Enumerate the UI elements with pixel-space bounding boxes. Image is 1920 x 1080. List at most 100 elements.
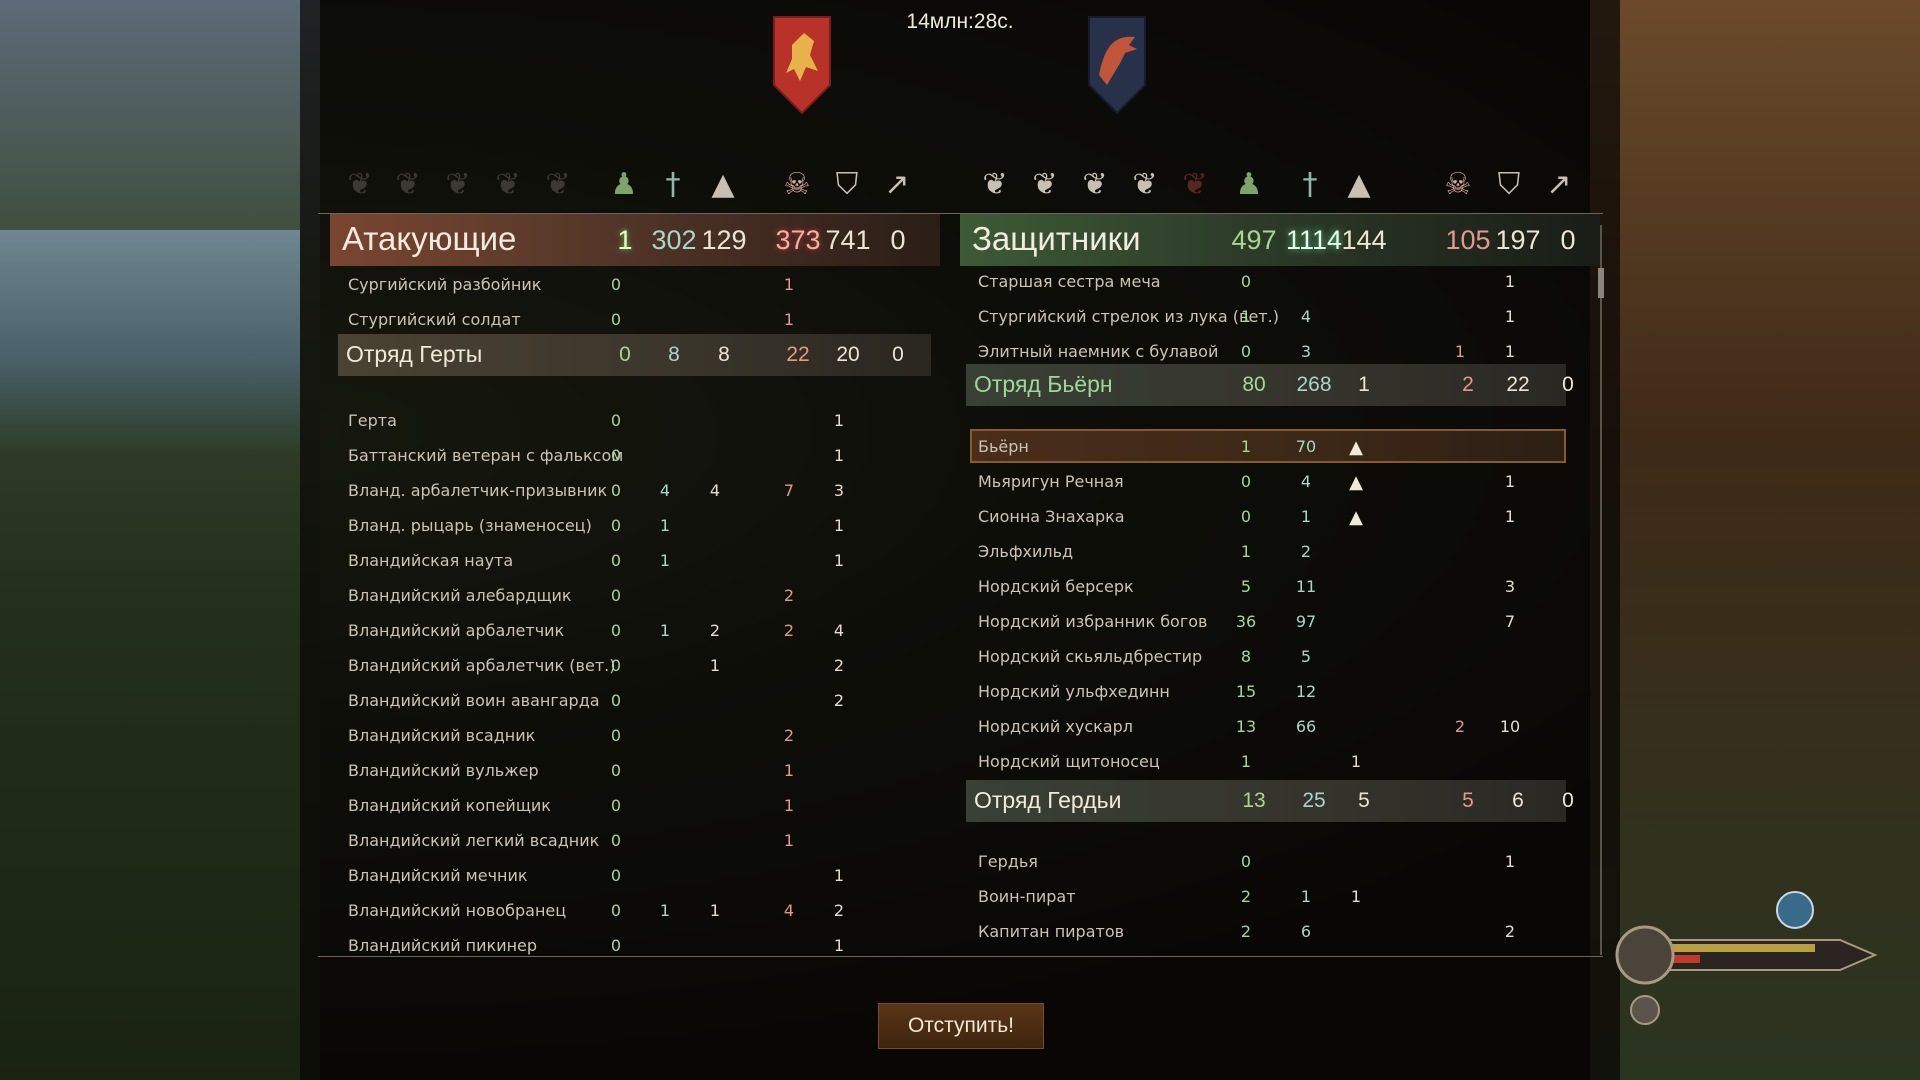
party-row-gerta[interactable]: Отряд Герты 0 8 8 22 20 0 <box>338 334 931 376</box>
unit-name: Вланд. рыцарь (знаменосец) <box>348 516 592 535</box>
stat-remaining: 13 <box>1242 789 1266 812</box>
unit-row[interactable]: Вландийский вульжер 0 1 <box>330 753 940 787</box>
unit-row[interactable]: Вландийский арбалетчик 0 1 2 2 4 <box>330 613 940 647</box>
unit-row[interactable]: Нордский скьяльдбрестир 8 5 <box>960 639 1600 673</box>
unit-stat: 0 <box>1240 272 1252 291</box>
unit-row[interactable]: Воин-пират 2 1 1 <box>960 879 1600 913</box>
unit-row[interactable]: Стургийский солдат 0 1 <box>330 302 940 336</box>
banner-icon: ❦ <box>1182 167 1208 202</box>
unit-name: Вланд. арбалетчик-призывник <box>348 481 608 500</box>
party-row-bjorn[interactable]: Отряд Бьёрн 80 268 1 2 22 0 <box>966 364 1574 406</box>
unit-row[interactable]: Баттанский ветеран с фальксом 0 1 <box>330 438 940 472</box>
banner-icon: ❦ <box>445 167 471 202</box>
unit-row[interactable]: Элитный наемник с булавой 0 3 1 1 <box>960 334 1600 368</box>
unit-stat: 1 <box>1240 307 1252 326</box>
attackers-panel: Атакующие 1 302 129 373 741 0 Сургийский… <box>330 214 940 955</box>
banner-icon: ❦ <box>982 167 1008 202</box>
unit-name: Сургийский разбойник <box>348 275 542 294</box>
unit-row[interactable]: Вланд. арбалетчик-призывник 0 4 4 7 3 <box>330 473 940 507</box>
unit-stat: 0 <box>610 796 622 815</box>
unit-stat: 1 <box>783 275 795 294</box>
unit-name: Нордский избранник богов <box>978 612 1208 631</box>
unit-name: Герта <box>348 411 397 430</box>
party-name: Отряд Герты <box>346 341 483 367</box>
party-row-gerdya[interactable]: Отряд Гердьи 13 25 5 5 6 0 <box>966 780 1574 822</box>
rankup-arrow-icon: ▲ <box>1347 167 1371 202</box>
stat-routed: 0 <box>1562 373 1574 396</box>
unit-stat: 1 <box>1504 272 1516 291</box>
unit-row[interactable]: Герта 0 1 <box>330 403 940 437</box>
unit-stat: 2 <box>833 901 845 920</box>
unit-row[interactable]: Нордский берсерк 5 11 3 <box>960 569 1600 603</box>
unit-row[interactable]: Вландийский новобранец 0 1 1 4 2 <box>330 893 940 927</box>
unit-stat: 2 <box>1240 922 1252 941</box>
unit-stat: 1 <box>1504 507 1516 526</box>
routed-icon: ↗ <box>884 167 910 202</box>
unit-row[interactable]: Вландийский легкий всадник 0 1 <box>330 823 940 857</box>
unit-row[interactable]: Вланд. рыцарь (знаменосец) 0 1 1 <box>330 508 940 542</box>
unit-stat: 8 <box>1240 647 1252 666</box>
unit-row[interactable]: Вландийская наута 0 1 1 <box>330 543 940 577</box>
unit-row[interactable]: Вландийский алебардщик 0 2 <box>330 578 940 612</box>
banner-icon: ❦ <box>1032 167 1058 202</box>
stat-rankup: 129 <box>701 225 747 255</box>
unit-row[interactable]: Старшая сестра меча 0 1 <box>960 264 1600 298</box>
unit-row[interactable]: Капитан пиратов 2 6 2 <box>960 914 1600 948</box>
unit-stat: 0 <box>1240 852 1252 871</box>
defenders-panel: Защитники 497 1114 144 105 197 0 Старшая… <box>960 214 1600 954</box>
defenders-title: Защитники <box>972 220 1141 257</box>
remaining-troops-icon: ♟ <box>1235 167 1263 202</box>
unit-row[interactable]: Вландийский воин авангарда 0 2 <box>330 683 940 717</box>
unit-stat: 13 <box>1235 717 1257 736</box>
unit-row[interactable]: Вландийский всадник 0 2 <box>330 718 940 752</box>
unit-stat: 1 <box>1240 437 1252 456</box>
unit-name: Стургийский солдат <box>348 310 521 329</box>
unit-row[interactable]: Вландийский арбалетчик (вет.) 0 1 2 <box>330 648 940 682</box>
scrollbar-thumb[interactable] <box>1598 268 1604 298</box>
unit-row[interactable]: Вландийский копейщик 0 1 <box>330 788 940 822</box>
unit-row[interactable]: Стургийский стрелок из лука (вет.) 1 4 1 <box>960 299 1600 333</box>
unit-name: Нордский щитоносец <box>978 752 1160 771</box>
unit-stat: 1 <box>659 516 671 535</box>
unit-row[interactable]: Вландийский мечник 0 1 <box>330 858 940 892</box>
unit-name: Вландийский новобранец <box>348 901 567 920</box>
skull-icon: ☠ <box>1444 167 1472 202</box>
rankup-arrow-icon: ▲ <box>1349 472 1363 493</box>
unit-row[interactable]: Бьёрн 1 70 ▲ <box>960 429 1600 463</box>
scrollbar-track[interactable] <box>1600 225 1602 955</box>
unit-stat: 1 <box>1240 752 1252 771</box>
unit-stat: 4 <box>833 621 845 640</box>
unit-row[interactable]: Мьяригун Речная 0 4 ▲ 1 <box>960 464 1600 498</box>
unit-name: Мьяригун Речная <box>978 472 1124 491</box>
unit-row[interactable]: Гердья 0 1 <box>960 844 1600 878</box>
unit-name: Бьёрн <box>978 437 1029 456</box>
unit-stat: 36 <box>1235 612 1257 631</box>
unit-stat: 0 <box>610 310 622 329</box>
unit-stat: 1 <box>783 310 795 329</box>
banner-icon: ❦ <box>545 167 571 202</box>
unit-row[interactable]: Нордский хускарл 13 66 2 10 <box>960 709 1600 743</box>
background-river <box>0 230 300 450</box>
unit-stat: 0 <box>610 411 622 430</box>
unit-stat: 2 <box>1300 542 1312 561</box>
unit-stat: 0 <box>610 761 622 780</box>
banner-icon: ❦ <box>1132 167 1158 202</box>
unit-row[interactable]: Нордский щитоносец 1 1 <box>960 744 1600 778</box>
unit-row[interactable]: Нордский избранник богов 36 97 7 <box>960 604 1600 638</box>
unit-stat: 1 <box>833 411 845 430</box>
unit-row[interactable]: Сионна Знахарка 0 1 ▲ 1 <box>960 499 1600 533</box>
unit-name: Баттанский ветеран с фальксом <box>348 446 624 465</box>
banner-icon: ❦ <box>347 167 373 202</box>
unit-row[interactable]: Сургийский разбойник 0 1 <box>330 267 940 301</box>
wounded-sword-icon: † <box>665 167 681 202</box>
defenders-summary-row: Защитники 497 1114 144 105 197 0 <box>960 214 1600 266</box>
retreat-button[interactable]: Отступить! <box>878 1003 1044 1049</box>
unit-stat: 2 <box>1240 887 1252 906</box>
shield-lightning-icon: ⛉ <box>1497 167 1521 202</box>
unit-row[interactable]: Эльфхильд 1 2 <box>960 534 1600 568</box>
wounded-sword-icon: † <box>1302 167 1318 202</box>
unit-stat: 0 <box>610 586 622 605</box>
unit-row[interactable]: Нордский ульфхединн 15 12 <box>960 674 1600 708</box>
unit-stat: 0 <box>610 866 622 885</box>
unit-stat: 3 <box>833 481 845 500</box>
